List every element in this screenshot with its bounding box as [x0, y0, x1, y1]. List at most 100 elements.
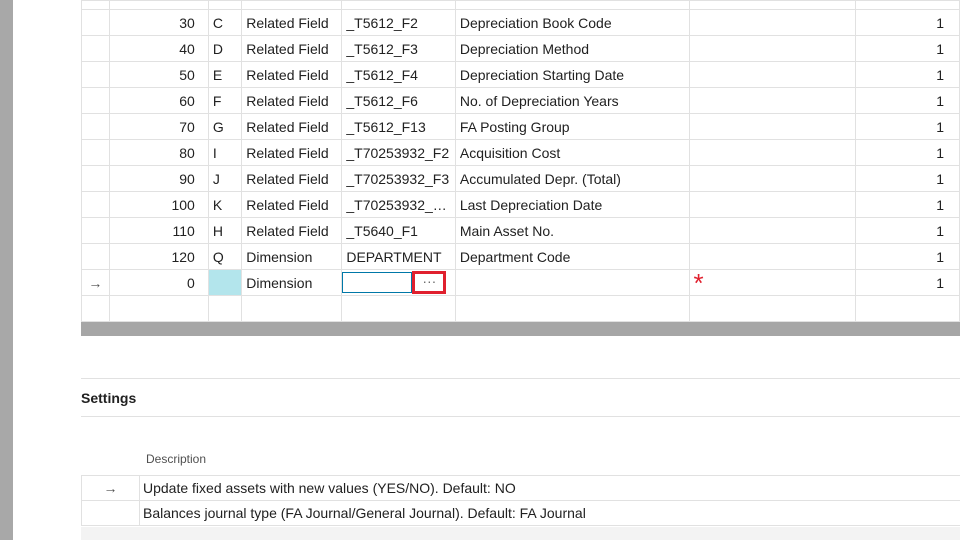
- quantity-cell[interactable]: 1: [855, 61, 960, 88]
- table-row[interactable]: 90 J Related Field _T70253932_F3 Accumulated…: [81, 165, 960, 192]
- field-cell[interactable]: _T70253932_F2: [341, 139, 456, 166]
- description-cell[interactable]: Depreciation Method: [454, 35, 690, 62]
- line-no-cell[interactable]: 50: [108, 61, 209, 88]
- type-cell[interactable]: Dimension: [241, 269, 343, 296]
- type-cell[interactable]: Related Field: [241, 9, 343, 36]
- table-row-empty[interactable]: [81, 295, 960, 322]
- description-cell[interactable]: No. of Depreciation Years: [454, 87, 690, 114]
- empty-cell[interactable]: [688, 9, 857, 36]
- type-cell[interactable]: Related Field: [241, 139, 343, 166]
- row-selector[interactable]: [81, 35, 110, 62]
- column-letter-cell[interactable]: Q: [207, 243, 243, 270]
- description-cell[interactable]: Last Depreciation Date: [454, 191, 690, 218]
- line-no-cell[interactable]: 110: [108, 217, 209, 244]
- empty-cell[interactable]: [688, 243, 857, 270]
- line-no-cell[interactable]: 30: [108, 9, 209, 36]
- row-selector[interactable]: [81, 217, 110, 244]
- empty-cell[interactable]: [688, 87, 857, 114]
- description-cell[interactable]: Acquisition Cost: [454, 139, 690, 166]
- column-letter-cell[interactable]: C: [207, 9, 243, 36]
- table-row[interactable]: 60 F Related Field _T5612_F6 No. of Deprecia…: [81, 87, 960, 114]
- line-no-cell[interactable]: 90: [108, 165, 209, 192]
- field-cell[interactable]: _T70253932_F3: [341, 165, 456, 192]
- line-no-cell[interactable]: 60: [108, 87, 209, 114]
- column-letter-cell-selected[interactable]: [207, 269, 243, 296]
- type-cell[interactable]: Dimension: [241, 243, 343, 270]
- type-cell[interactable]: Related Field: [241, 113, 343, 140]
- row-selector[interactable]: [81, 139, 110, 166]
- row-selector[interactable]: [81, 165, 110, 192]
- table-row-current[interactable]: → 0 Dimension ··· * 1: [81, 269, 960, 296]
- quantity-cell[interactable]: 1: [855, 35, 960, 62]
- field-cell[interactable]: _T5640_F1: [341, 217, 456, 244]
- type-cell[interactable]: Related Field: [241, 165, 343, 192]
- field-cell[interactable]: _T5612_F3: [341, 35, 456, 62]
- description-cell[interactable]: Accumulated Depr. (Total): [454, 165, 690, 192]
- type-cell[interactable]: Related Field: [241, 217, 343, 244]
- settings-row[interactable]: → Update fixed assets with new values (Y…: [81, 475, 960, 501]
- row-selector[interactable]: [81, 243, 110, 270]
- quantity-cell[interactable]: 1: [855, 217, 960, 244]
- empty-cell[interactable]: [207, 295, 243, 322]
- quantity-cell[interactable]: 1: [855, 165, 960, 192]
- type-cell[interactable]: Related Field: [241, 35, 343, 62]
- settings-description[interactable]: Balances journal type (FA Journal/Genera…: [139, 500, 960, 526]
- empty-cell[interactable]: [688, 165, 857, 192]
- empty-cell[interactable]: [855, 295, 960, 322]
- description-cell[interactable]: Depreciation Starting Date: [454, 61, 690, 88]
- quantity-cell[interactable]: 1: [855, 243, 960, 270]
- settings-row[interactable]: Balances journal type (FA Journal/Genera…: [81, 500, 960, 526]
- empty-cell[interactable]: [688, 35, 857, 62]
- quantity-cell[interactable]: 1: [855, 87, 960, 114]
- table-row[interactable]: 30 C Related Field _T5612_F2 Depreciation Bo…: [81, 9, 960, 36]
- empty-cell[interactable]: [688, 113, 857, 140]
- quantity-cell[interactable]: 1: [855, 139, 960, 166]
- type-cell[interactable]: Related Field: [241, 87, 343, 114]
- type-cell[interactable]: Related Field: [241, 191, 343, 218]
- table-row[interactable]: 40 D Related Field _T5612_F3 Depreciation Me…: [81, 35, 960, 62]
- line-no-cell[interactable]: 40: [108, 35, 209, 62]
- row-selector[interactable]: [81, 61, 110, 88]
- empty-cell[interactable]: [688, 295, 857, 322]
- column-header-description[interactable]: Description: [146, 452, 206, 466]
- column-letter-cell[interactable]: G: [207, 113, 243, 140]
- horizontal-scrollbar[interactable]: [81, 322, 960, 336]
- table-row[interactable]: 80 I Related Field _T70253932_F2 Acquisition…: [81, 139, 960, 166]
- empty-cell[interactable]: [688, 191, 857, 218]
- column-letter-cell[interactable]: F: [207, 87, 243, 114]
- table-row[interactable]: 100 K Related Field _T70253932_F... Last Dep…: [81, 191, 960, 218]
- empty-cell[interactable]: [108, 295, 209, 322]
- table-row[interactable]: 120 Q Dimension DEPARTMENT Department Code 1: [81, 243, 960, 270]
- lookup-button[interactable]: ···: [412, 271, 447, 294]
- left-scrollbar[interactable]: [0, 0, 13, 540]
- field-cell[interactable]: _T5612_F13: [341, 113, 456, 140]
- type-cell[interactable]: Related Field: [241, 61, 343, 88]
- table-row[interactable]: 110 H Related Field _T5640_F1 Main Asset No.…: [81, 217, 960, 244]
- empty-cell[interactable]: [81, 295, 110, 322]
- empty-cell[interactable]: [688, 139, 857, 166]
- row-selector[interactable]: [81, 9, 110, 36]
- column-letter-cell[interactable]: E: [207, 61, 243, 88]
- column-letter-cell[interactable]: K: [207, 191, 243, 218]
- line-no-cell[interactable]: 120: [108, 243, 209, 270]
- line-no-cell[interactable]: 100: [108, 191, 209, 218]
- quantity-cell[interactable]: 1: [855, 269, 960, 296]
- table-row[interactable]: [81, 0, 960, 10]
- field-cell-editing[interactable]: ···: [341, 269, 456, 296]
- row-selector[interactable]: [81, 191, 110, 218]
- field-input[interactable]: [342, 272, 413, 293]
- row-selector[interactable]: [81, 113, 110, 140]
- column-letter-cell[interactable]: H: [207, 217, 243, 244]
- empty-cell[interactable]: [688, 217, 857, 244]
- line-no-cell[interactable]: 80: [108, 139, 209, 166]
- line-no-cell[interactable]: 70: [108, 113, 209, 140]
- quantity-cell[interactable]: 1: [855, 113, 960, 140]
- line-no-cell[interactable]: 0: [108, 269, 209, 296]
- description-cell[interactable]: Department Code: [454, 243, 690, 270]
- description-cell[interactable]: Depreciation Book Code: [454, 9, 690, 36]
- quantity-cell[interactable]: 1: [855, 191, 960, 218]
- table-row[interactable]: 50 E Related Field _T5612_F4 Depreciation St…: [81, 61, 960, 88]
- description-cell[interactable]: [454, 269, 690, 296]
- description-cell[interactable]: FA Posting Group: [454, 113, 690, 140]
- column-letter-cell[interactable]: D: [207, 35, 243, 62]
